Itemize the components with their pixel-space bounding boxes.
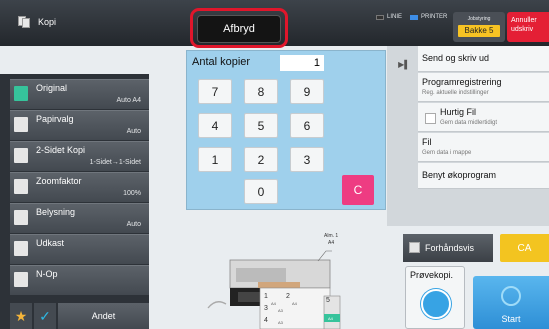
cancel-print-button[interactable]: Annuller udskriv bbox=[507, 12, 549, 42]
other-button[interactable]: Andet bbox=[58, 303, 149, 329]
copies-label: Antal kopier bbox=[192, 56, 251, 68]
quick-file-checkbox[interactable] bbox=[425, 113, 436, 124]
file-item[interactable]: Fil Gem data i mappe bbox=[418, 133, 549, 162]
zoom-icon bbox=[14, 179, 28, 194]
send-and-print-item[interactable]: Send og skriv ud bbox=[418, 46, 549, 72]
preview-button[interactable]: Forhåndsvis bbox=[403, 234, 493, 262]
tray-4-size: A3 bbox=[278, 320, 284, 325]
exposure-icon bbox=[14, 210, 28, 225]
bypass-arrow bbox=[207, 301, 227, 309]
tray-1-number: 1 bbox=[264, 293, 268, 300]
n-up-icon bbox=[14, 272, 28, 287]
job-status-value: Bakke 5 bbox=[458, 25, 500, 37]
tray-3-number: 3 bbox=[264, 305, 268, 312]
key-1[interactable]: 1 bbox=[198, 147, 232, 172]
bottom-toolbar: ★ ✓ Andet bbox=[10, 303, 149, 329]
checkmark-icon[interactable]: ✓ bbox=[34, 303, 56, 329]
expand-panel-icon[interactable]: ▶▌ bbox=[396, 54, 412, 76]
paper-trays bbox=[259, 287, 331, 329]
quick-file-item[interactable]: Hurtig Fil Gem data midlertidigt bbox=[418, 103, 549, 132]
star-icon[interactable]: ★ bbox=[10, 303, 32, 329]
key-9[interactable]: 9 bbox=[290, 79, 324, 104]
key-4[interactable]: 4 bbox=[198, 113, 232, 138]
tray-info-label: Alm. 1 A4 bbox=[324, 233, 339, 246]
clear-all-button[interactable]: CA bbox=[500, 234, 549, 262]
setting-original[interactable]: Original Auto A4 bbox=[10, 79, 149, 109]
tray-5-size: A4 bbox=[328, 316, 334, 321]
key-6[interactable]: 6 bbox=[290, 113, 324, 138]
machine-diagram: 1 2 3 4 5 A4 A4 A3 A3 A4 bbox=[207, 250, 341, 329]
program-registration-item[interactable]: Programregistrering Reg. aktuelle indstil… bbox=[418, 73, 549, 102]
key-3[interactable]: 3 bbox=[290, 147, 324, 172]
line-indicator: LINIE bbox=[376, 14, 402, 20]
tray-2-number: 2 bbox=[286, 293, 290, 300]
key-0[interactable]: 0 bbox=[244, 179, 278, 204]
tray-3-size: A3 bbox=[278, 308, 284, 313]
printer-indicator: PRINTER bbox=[410, 14, 447, 20]
tray-5-number: 5 bbox=[326, 297, 330, 304]
key-5[interactable]: 5 bbox=[244, 113, 278, 138]
draft-icon bbox=[14, 241, 28, 256]
callout-line bbox=[317, 250, 332, 262]
copy-icon bbox=[18, 16, 32, 28]
setting-exposure[interactable]: Belysning Auto bbox=[10, 203, 149, 233]
tray-4-number: 4 bbox=[264, 317, 268, 324]
setting-paper[interactable]: Papirvalg Auto bbox=[10, 110, 149, 140]
copy-count-keypad: Antal kopier 1 7 8 9 4 5 6 1 2 3 0 C bbox=[186, 50, 386, 210]
original-icon bbox=[14, 86, 28, 101]
start-button[interactable]: Start bbox=[473, 276, 549, 329]
proof-copy-button[interactable]: Prøvekopi. bbox=[405, 266, 465, 329]
eco-program-item[interactable]: Benyt økoprogram bbox=[418, 163, 549, 189]
setting-draft[interactable]: Udkast bbox=[10, 234, 149, 264]
copies-input[interactable]: 1 bbox=[280, 55, 324, 71]
start-label: Start bbox=[501, 314, 521, 324]
key-8[interactable]: 8 bbox=[244, 79, 278, 104]
setting-zoom[interactable]: Zoomfaktor 100% bbox=[10, 172, 149, 202]
proof-copy-icon bbox=[421, 289, 451, 319]
paper-icon bbox=[14, 117, 28, 132]
preview-icon bbox=[409, 242, 420, 253]
stop-button[interactable]: Afbryd bbox=[197, 15, 281, 43]
mode-indicator: Kopi bbox=[18, 16, 56, 28]
paper-output bbox=[258, 282, 300, 288]
start-icon bbox=[501, 286, 521, 306]
setting-duplex[interactable]: 2-Sidet Kopi 1-Sidet→1-Sidet bbox=[10, 141, 149, 171]
duplex-icon bbox=[14, 148, 28, 163]
key-2[interactable]: 2 bbox=[244, 147, 278, 172]
job-status-button[interactable]: Jobstyring Bakke 5 bbox=[453, 12, 505, 42]
proof-copy-label: Prøvekopi. bbox=[410, 270, 454, 280]
setting-n-up[interactable]: N-Op bbox=[10, 265, 149, 295]
clear-key[interactable]: C bbox=[342, 175, 374, 205]
job-status-label: Jobstyring bbox=[467, 16, 491, 22]
mode-label: Kopi bbox=[38, 17, 57, 27]
scanner-lid bbox=[236, 268, 286, 282]
tray-1-size: A4 bbox=[271, 301, 277, 306]
tray-2-size: A4 bbox=[292, 301, 298, 306]
key-7[interactable]: 7 bbox=[198, 79, 232, 104]
